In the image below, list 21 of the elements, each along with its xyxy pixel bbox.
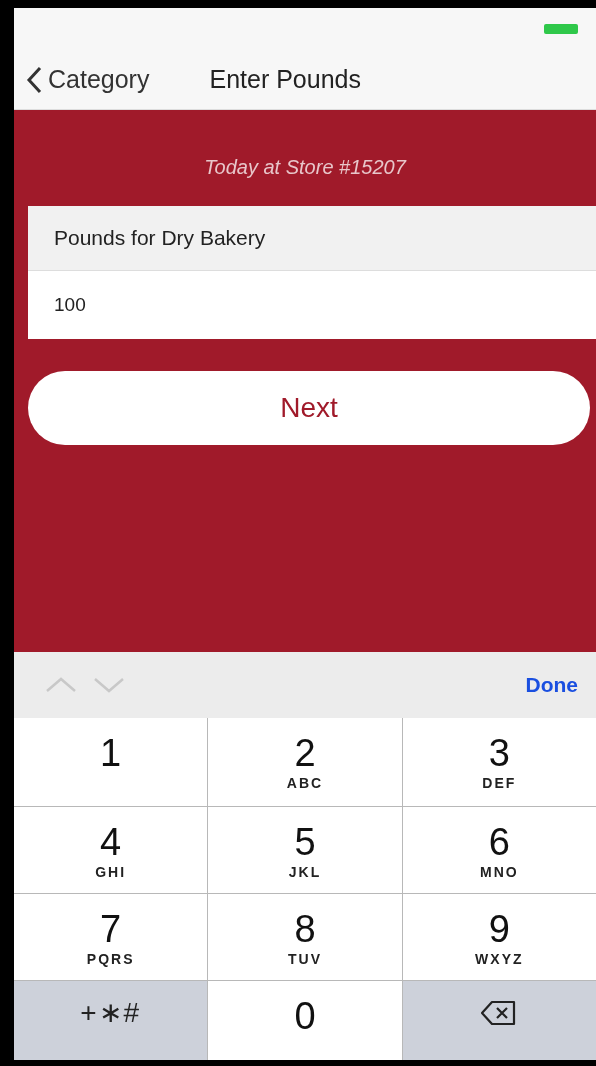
digit-key[interactable]: 1 bbox=[14, 718, 208, 806]
back-button[interactable]: Category bbox=[26, 60, 150, 99]
digit-key[interactable]: 3 DEF bbox=[402, 718, 596, 806]
done-button[interactable]: Done bbox=[525, 669, 578, 701]
next-button[interactable]: Next bbox=[28, 371, 590, 445]
digit-key[interactable]: 8 TUV bbox=[208, 894, 402, 980]
digit-key[interactable]: 4 GHI bbox=[14, 807, 208, 893]
battery-icon bbox=[544, 24, 578, 34]
back-chevron-icon bbox=[26, 65, 42, 94]
digit-key[interactable]: 6 MNO bbox=[402, 807, 596, 893]
digit-key[interactable]: 9 WXYZ bbox=[402, 894, 596, 980]
digit-key[interactable]: 2 ABC bbox=[208, 718, 402, 806]
symbols-key[interactable]: +∗# bbox=[14, 981, 208, 1060]
digit-key[interactable]: 0 bbox=[208, 981, 402, 1060]
pounds-input-field[interactable]: 100 bbox=[28, 270, 596, 339]
digit-key[interactable]: 7 PQRS bbox=[14, 894, 208, 980]
screen-title: Enter Pounds bbox=[209, 63, 361, 95]
delete-key[interactable] bbox=[402, 981, 596, 1060]
store-subtitle: Today at Store #15207 bbox=[203, 155, 408, 180]
field-label: Pounds for Dry Bakery bbox=[28, 206, 596, 271]
digit-key[interactable]: 5 JKL bbox=[208, 807, 402, 893]
